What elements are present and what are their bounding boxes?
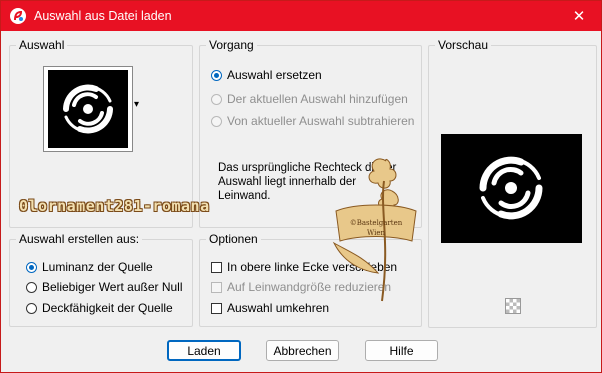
radio-indicator[interactable] <box>211 115 222 127</box>
radio-label: Deckfähigkeit der Quelle <box>42 301 173 315</box>
radio-beliebiger-wert[interactable]: Beliebiger Wert außer Null <box>26 280 183 294</box>
checkbox-label: Auswahl umkehren <box>227 301 330 315</box>
optionen-group-label: Optionen <box>206 232 261 246</box>
checkerboard-icon[interactable] <box>505 298 521 314</box>
radio-indicator[interactable] <box>26 261 37 273</box>
radio-indicator[interactable] <box>211 69 222 81</box>
title-bar[interactable]: Auswahl aus Datei laden ✕ <box>1 1 601 31</box>
laden-button[interactable]: Laden <box>167 340 241 361</box>
checkbox-indicator[interactable] <box>211 302 222 314</box>
vorschau-group-label: Vorschau <box>435 38 492 52</box>
stamp-line-2: Wien <box>367 229 385 237</box>
chevron-down-icon[interactable]: ▾ <box>134 99 139 110</box>
radio-indicator[interactable] <box>26 302 37 314</box>
swirl-thumbnail-image <box>48 70 128 148</box>
checkbox-indicator[interactable] <box>211 261 222 273</box>
flower-stamp-watermark: ©Bastelgarten Wien <box>332 158 417 302</box>
radio-label: Auswahl ersetzen <box>227 68 322 82</box>
watermark-text: 0lornament281-romana <box>19 197 210 215</box>
radio-luminanz[interactable]: Luminanz der Quelle <box>26 260 153 274</box>
swirl-preview-image <box>479 156 543 220</box>
dialog-window: Auswahl aus Datei laden ✕ Auswahl ▾ Vorg… <box>0 0 602 373</box>
radio-label: Der aktuellen Auswahl hinzufügen <box>227 92 408 106</box>
radio-label: Von aktueller Auswahl subtrahieren <box>227 114 415 128</box>
abbrechen-button[interactable]: Abbrechen <box>266 340 339 361</box>
stamp-line-1: ©Bastelgarten <box>350 219 403 227</box>
checkbox-auswahl-umkehren[interactable]: Auswahl umkehren <box>211 301 329 315</box>
paintshop-icon <box>10 8 26 24</box>
checkbox-indicator[interactable] <box>211 281 222 293</box>
radio-auswahl-ersetzen[interactable]: Auswahl ersetzen <box>211 68 322 82</box>
selection-thumbnail[interactable] <box>43 66 133 152</box>
erstellen-group-label: Auswahl erstellen aus: <box>16 232 143 246</box>
radio-auswahl-hinzufuegen[interactable]: Der aktuellen Auswahl hinzufügen <box>211 92 408 106</box>
radio-label: Luminanz der Quelle <box>42 260 153 274</box>
radio-indicator[interactable] <box>26 281 37 293</box>
auswahl-group-label: Auswahl <box>16 38 68 52</box>
vorgang-group-label: Vorgang <box>206 38 257 52</box>
radio-deckfaehigkeit[interactable]: Deckfähigkeit der Quelle <box>26 301 173 315</box>
close-icon[interactable]: ✕ <box>557 1 601 31</box>
radio-indicator[interactable] <box>211 93 222 105</box>
radio-label: Beliebiger Wert außer Null <box>42 280 183 294</box>
hilfe-button[interactable]: Hilfe <box>365 340 438 361</box>
window-title: Auswahl aus Datei laden <box>34 9 172 23</box>
radio-auswahl-subtrahieren[interactable]: Von aktueller Auswahl subtrahieren <box>211 114 414 128</box>
preview-image <box>441 134 582 243</box>
